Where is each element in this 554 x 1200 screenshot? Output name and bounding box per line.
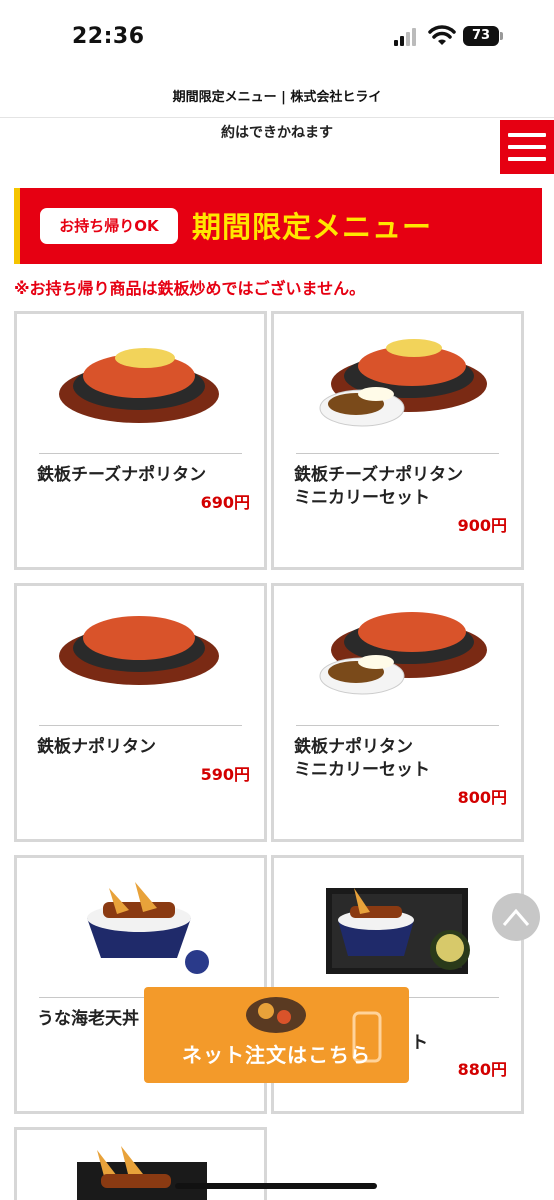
menu-item-name: うな海老天丼 bbox=[37, 1009, 139, 1029]
battery-level: 73 bbox=[463, 26, 499, 46]
menu-card[interactable] bbox=[14, 1127, 267, 1200]
takeout-note: ※お持ち帰り商品は鉄板炒めではございません。 bbox=[14, 279, 366, 298]
limited-menu-banner: お持ち帰りOK 期間限定メニュー bbox=[14, 188, 542, 264]
menu-item-name: 鉄板チーズナポリタン ミニカリーセット bbox=[294, 465, 464, 508]
battery-icon: 73 bbox=[463, 26, 505, 46]
menu-item-name: 鉄板チーズナポリタン bbox=[37, 465, 207, 485]
teppan-napolitan-image bbox=[59, 616, 219, 685]
order-food-icon bbox=[246, 997, 382, 1063]
hamburger-menu-button[interactable] bbox=[500, 120, 554, 174]
takeout-ok-badge: お持ち帰りOK bbox=[40, 208, 178, 244]
una-ebi-tendon-set-image bbox=[326, 888, 470, 974]
online-order-label: ネット注文はこちら bbox=[182, 1043, 371, 1067]
menu-item-price: 880円 bbox=[457, 1060, 507, 1079]
home-indicator[interactable] bbox=[175, 1183, 377, 1189]
notice-text: 約はできかねます bbox=[221, 125, 333, 141]
page-title: 期間限定メニュー | 株式会社ヒライ bbox=[172, 90, 382, 105]
online-order-button[interactable]: ネット注文はこちら bbox=[144, 987, 409, 1083]
teppan-napolitan-curry-set-image bbox=[319, 612, 487, 695]
una-ebi-tendon-image bbox=[87, 882, 209, 974]
status-bar: 22:36 73 bbox=[0, 0, 554, 76]
teppan-cheese-napolitan-curry-set-image bbox=[319, 339, 487, 427]
menu-item-price: 590円 bbox=[200, 765, 250, 784]
teppan-cheese-napolitan-image bbox=[59, 348, 219, 423]
signal-icon bbox=[394, 28, 420, 46]
scroll-to-top-button[interactable] bbox=[492, 893, 540, 941]
chevron-up-icon bbox=[502, 908, 530, 926]
menu-item-name: 鉄板ナポリタン ミニカリーセット bbox=[294, 737, 430, 780]
wifi-icon bbox=[428, 25, 456, 45]
page-title-bar: 期間限定メニュー | 株式会社ヒライ bbox=[0, 86, 554, 118]
banner-title: 期間限定メニュー bbox=[192, 210, 433, 244]
menu-item-price: 800円 bbox=[457, 788, 507, 807]
menu-item-price: 900円 bbox=[457, 516, 507, 535]
menu-item-price: 690円 bbox=[200, 493, 250, 512]
menu-card[interactable]: 鉄板チーズナポリタン 690円 bbox=[14, 311, 267, 570]
menu-card[interactable]: 鉄板ナポリタン 590円 bbox=[14, 583, 267, 842]
menu-card[interactable]: 鉄板ナポリタン ミニカリーセット 800円 bbox=[271, 583, 524, 842]
menu-card[interactable]: 鉄板チーズナポリタン ミニカリーセット 900円 bbox=[271, 311, 524, 570]
menu-item-image bbox=[77, 1146, 207, 1200]
status-time: 22:36 bbox=[72, 24, 145, 49]
menu-item-name: 鉄板ナポリタン bbox=[37, 737, 156, 757]
